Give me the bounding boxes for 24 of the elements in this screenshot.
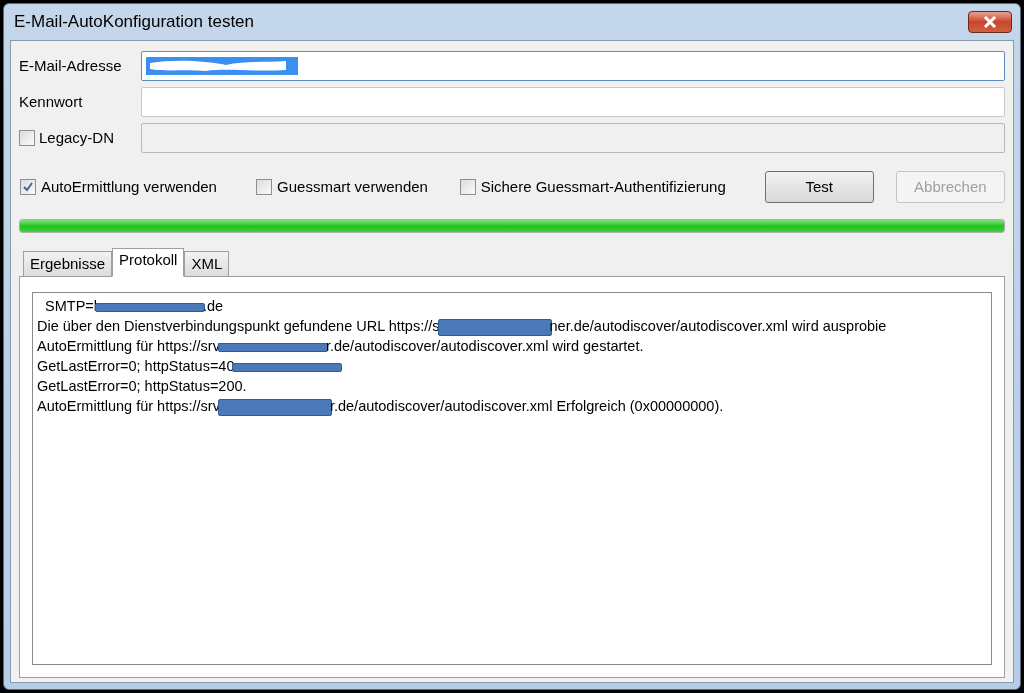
log-text: Die über den Dienstverbindungspunkt gefundene URL https://s (37, 317, 440, 337)
window-title: E-Mail-AutoKonfiguration testen (14, 11, 255, 34)
log-text: r.de/autodiscover/autodiscover.xml wird gestartet. (325, 337, 644, 357)
checkbox[interactable] (459, 179, 476, 195)
close-icon (983, 16, 997, 28)
option-label: Guessmart verwenden (277, 176, 428, 197)
tab[interactable]: Ergebnisse (23, 251, 113, 276)
field-label: E-Mail-Adresse (19, 55, 122, 76)
field-label: Kennwort (19, 91, 83, 112)
input-field[interactable] (141, 87, 1005, 117)
option-label: Sichere Guessmart-Authentifizierung (480, 176, 726, 197)
checkbox[interactable] (256, 179, 273, 195)
checkbox[interactable] (20, 179, 36, 195)
log-text: SMTP=l (44, 297, 98, 317)
log-text: AutoErmittlung für https://srv (37, 397, 220, 417)
action-button[interactable]: Test (764, 171, 874, 203)
close-button[interactable] (968, 11, 1012, 33)
log-text: GetLastError=0; httpStatus=200. (37, 377, 247, 397)
option-label: AutoErmittlung verwenden (41, 176, 217, 197)
field-label: Legacy-DN (39, 127, 115, 148)
tab[interactable]: XML (184, 251, 230, 276)
input-field[interactable] (141, 51, 1005, 81)
log-text: .de (203, 297, 224, 317)
tab[interactable]: Protokoll (112, 248, 185, 277)
